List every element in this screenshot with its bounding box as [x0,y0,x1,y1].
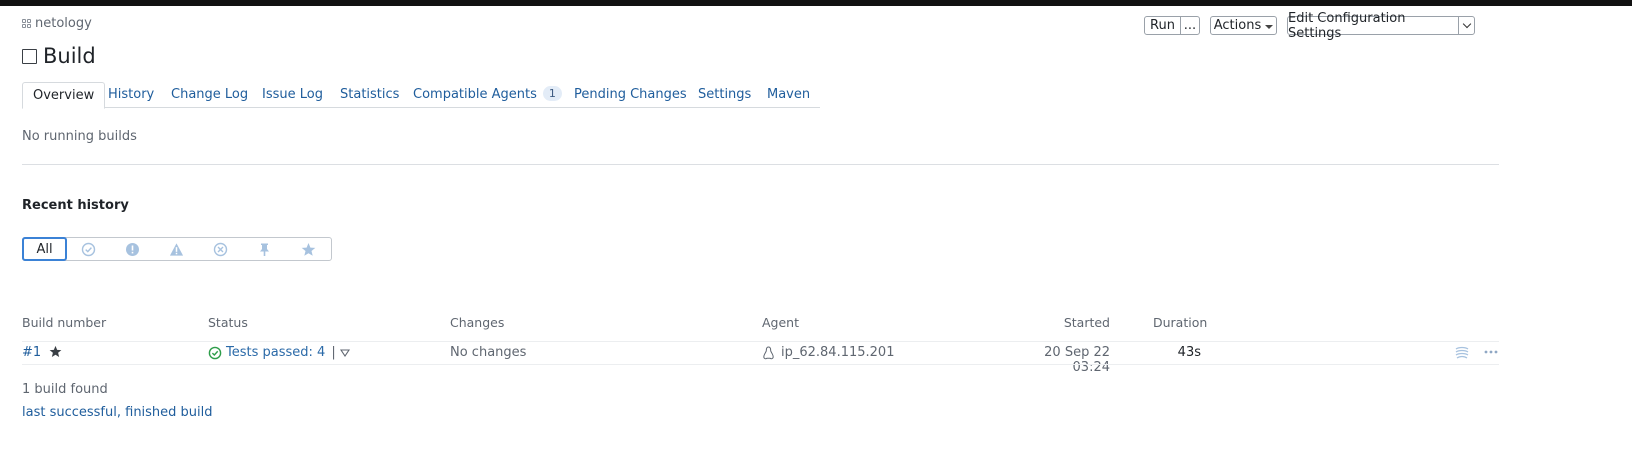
status-cell: Tests passed: 4 | [208,345,350,360]
table-header-divider [22,341,1499,342]
tab-statistics[interactable]: Statistics [340,82,399,109]
column-header-agent: Agent [762,315,799,330]
started-cell: 20 Sep 22 03:24 [1044,345,1110,375]
failed-filter-icon[interactable] [125,242,140,257]
tab-issue-log[interactable]: Issue Log [262,82,323,109]
running-builds-status: No running builds [22,129,137,144]
history-filter-bar: All [22,237,332,261]
actions-button[interactable]: Actions [1210,16,1277,35]
changes-cell: No changes [450,345,527,360]
table-row: #1 [22,345,62,362]
title-row: Build [22,44,96,68]
agent-cell: ip_62.84.115.201 [762,345,894,360]
top-bar [0,0,1632,6]
column-header-status: Status [208,315,248,330]
run-button[interactable]: Run [1144,16,1181,35]
column-header-started: Started [1063,315,1110,330]
status-separator: | [331,345,336,360]
edit-configuration-button[interactable]: Edit Configuration Settings [1287,11,1459,41]
chevron-down-icon [1462,19,1471,29]
project-grid-icon [22,19,31,28]
tab-overview[interactable]: Overview [22,82,106,109]
tab-compatible-agents-label: Compatible Agents [413,87,537,102]
warning-filter-icon[interactable] [169,242,184,257]
last-successful-build-link[interactable]: last successful, finished build [22,405,213,420]
run-options-button[interactable]: ... [1180,16,1200,35]
duration-cell: 43s [1177,345,1201,360]
tab-settings[interactable]: Settings [698,82,751,109]
success-status-icon [208,346,222,360]
tab-change-log[interactable]: Change Log [171,82,248,109]
column-header-changes: Changes [450,315,505,330]
tab-history[interactable]: History [108,82,154,109]
linux-icon [762,345,775,360]
column-header-build-number: Build number [22,315,107,330]
compatible-agents-count-badge: 1 [542,86,562,101]
page-title: Build [43,44,96,68]
tests-passed-link[interactable]: Tests passed: 4 [226,345,325,360]
select-build-checkbox[interactable] [22,49,37,64]
breadcrumb: netology [22,16,92,31]
status-dropdown-caret-icon[interactable] [339,348,350,357]
table-row-divider [22,364,1499,365]
pinned-filter-icon[interactable] [257,242,272,257]
tab-pending-changes[interactable]: Pending Changes [574,82,687,109]
star-icon[interactable] [49,345,62,362]
success-filter-icon[interactable] [81,242,96,257]
tab-bar: Overview History Change Log Issue Log St… [22,82,820,109]
breadcrumb-project-link[interactable]: netology [35,16,92,31]
actions-caret-icon [1265,24,1274,29]
agent-name[interactable]: ip_62.84.115.201 [781,345,894,360]
column-header-duration: Duration [1153,315,1208,330]
build-log-icon[interactable] [1454,346,1470,364]
cancelled-filter-icon[interactable] [213,242,228,257]
recent-history-title: Recent history [22,198,129,213]
actions-label: Actions [1213,18,1262,33]
starred-filter-icon[interactable] [301,242,316,257]
tab-maven[interactable]: Maven [767,82,810,109]
build-number-link[interactable]: #1 [22,345,41,360]
filter-all-button[interactable]: All [22,237,67,261]
more-options-icon[interactable] [1483,346,1499,362]
tab-compatible-agents[interactable]: Compatible Agents 1 [413,82,562,109]
edit-configuration-dropdown[interactable] [1458,16,1475,35]
section-divider [22,164,1499,165]
build-count: 1 build found [22,382,108,397]
